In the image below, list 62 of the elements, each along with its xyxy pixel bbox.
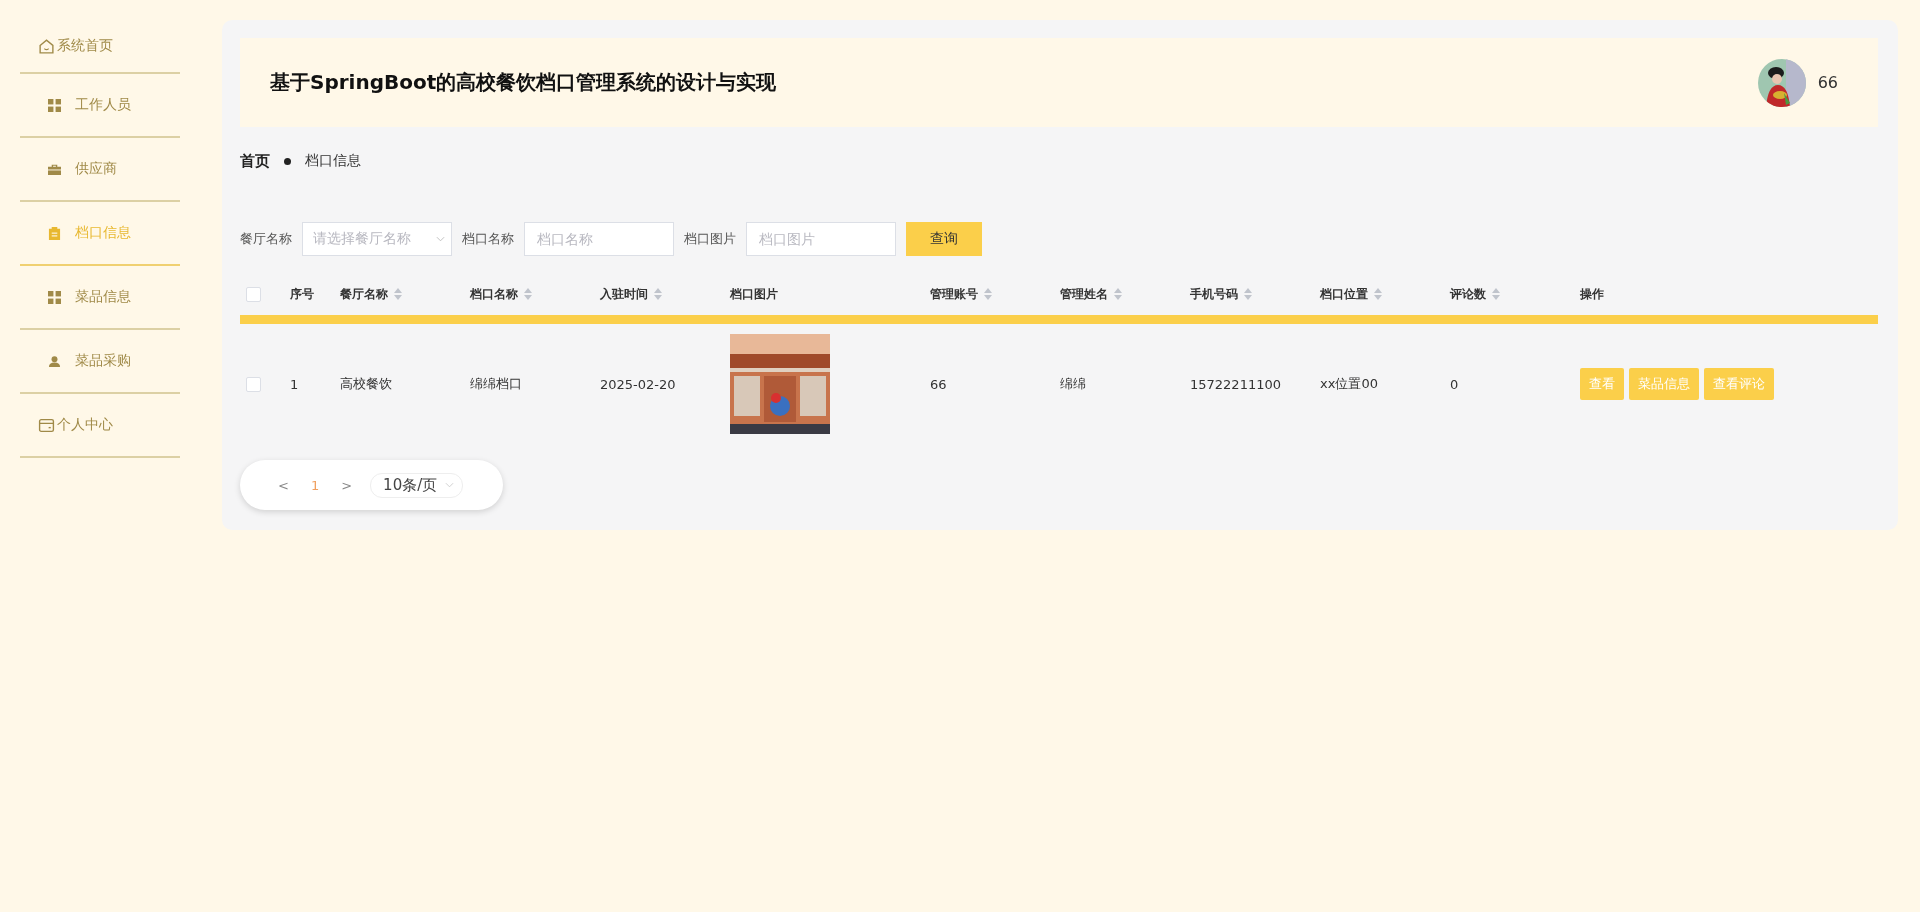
column-header: 序号 bbox=[290, 285, 314, 303]
sidebar-item[interactable]: 个人中心 bbox=[20, 394, 180, 458]
field-label: 档口名称 bbox=[462, 230, 514, 248]
table-cell: 高校餐饮 bbox=[340, 375, 392, 393]
sort-icon[interactable] bbox=[524, 288, 532, 300]
table-cell: 15722211100 bbox=[1190, 376, 1281, 392]
wallet-icon bbox=[38, 416, 55, 434]
column-header: 评论数 bbox=[1450, 285, 1486, 303]
page-number[interactable]: 1 bbox=[306, 477, 324, 493]
separator-dot bbox=[284, 157, 291, 165]
username: 66 bbox=[1817, 73, 1838, 92]
person-icon bbox=[48, 354, 61, 368]
column-header: 档口图片 bbox=[730, 285, 778, 303]
table-cell: xx位置00 bbox=[1320, 375, 1378, 393]
home-icon bbox=[38, 37, 55, 55]
column-header: 档口名称 bbox=[470, 285, 518, 303]
page-size-select[interactable]: 10条/页 bbox=[370, 472, 464, 498]
column-header: 管理姓名 bbox=[1060, 285, 1108, 303]
next-page-button[interactable]: > bbox=[337, 477, 357, 493]
table-cell: 2025-02-20 bbox=[600, 376, 676, 392]
checkbox[interactable] bbox=[246, 376, 261, 392]
table-cell: 1 bbox=[290, 376, 299, 392]
field-label: 档口图片 bbox=[684, 230, 736, 248]
column-header: 管理账号 bbox=[930, 285, 978, 303]
column-header: 手机号码 bbox=[1190, 285, 1238, 303]
sidebar-item[interactable]: 档口信息 bbox=[20, 202, 180, 266]
grid-icon bbox=[48, 290, 61, 304]
input-field[interactable]: 档口名称 bbox=[524, 222, 674, 256]
sort-icon[interactable] bbox=[1492, 288, 1500, 300]
sidebar-item[interactable]: 菜品采购 bbox=[20, 330, 180, 394]
sort-icon[interactable] bbox=[1374, 288, 1382, 300]
sort-icon[interactable] bbox=[1244, 288, 1252, 300]
sidebar-item[interactable]: 工作人员 bbox=[20, 74, 180, 138]
sidebar-item[interactable]: 系统首页 bbox=[20, 20, 180, 74]
previous-page-button[interactable]: < bbox=[274, 477, 293, 493]
clipboard-icon bbox=[48, 226, 61, 240]
table-cell: 66 bbox=[930, 376, 947, 392]
sort-icon[interactable] bbox=[1114, 288, 1122, 300]
column-header: 操作 bbox=[1580, 285, 1604, 303]
sort-icon[interactable] bbox=[654, 288, 662, 300]
chevron-down-icon bbox=[445, 482, 455, 488]
grid-icon bbox=[48, 98, 61, 112]
sidebar-item[interactable]: 菜品信息 bbox=[20, 266, 180, 330]
table-cell: 绵绵档口 bbox=[470, 375, 522, 393]
column-header: 餐厅名称 bbox=[340, 285, 388, 303]
checkbox[interactable] bbox=[246, 286, 261, 302]
table-cell: 绵绵 bbox=[1060, 375, 1086, 393]
select-field[interactable]: 请选择餐厅名称 bbox=[302, 222, 452, 256]
breadcrumb-link[interactable]: 档口信息 bbox=[305, 152, 361, 170]
column-header: 入驻时间 bbox=[600, 285, 648, 303]
field-label: 餐厅名称 bbox=[240, 230, 292, 248]
sidebar-item[interactable]: 供应商 bbox=[20, 138, 180, 202]
sort-icon[interactable] bbox=[394, 288, 402, 300]
chevron-down-icon bbox=[436, 236, 445, 242]
system-title: 基于SpringBoot的高校餐饮档口管理系统的设计与实现 bbox=[270, 69, 777, 96]
column-header: 档口位置 bbox=[1320, 285, 1368, 303]
input-field[interactable]: 档口图片 bbox=[746, 222, 896, 256]
table-cell: 0 bbox=[1450, 376, 1459, 392]
briefcase-icon bbox=[48, 162, 61, 176]
search-button[interactable]: 查询 bbox=[906, 222, 982, 256]
breadcrumb-link[interactable]: 首页 bbox=[240, 151, 270, 171]
sort-icon[interactable] bbox=[984, 288, 992, 300]
